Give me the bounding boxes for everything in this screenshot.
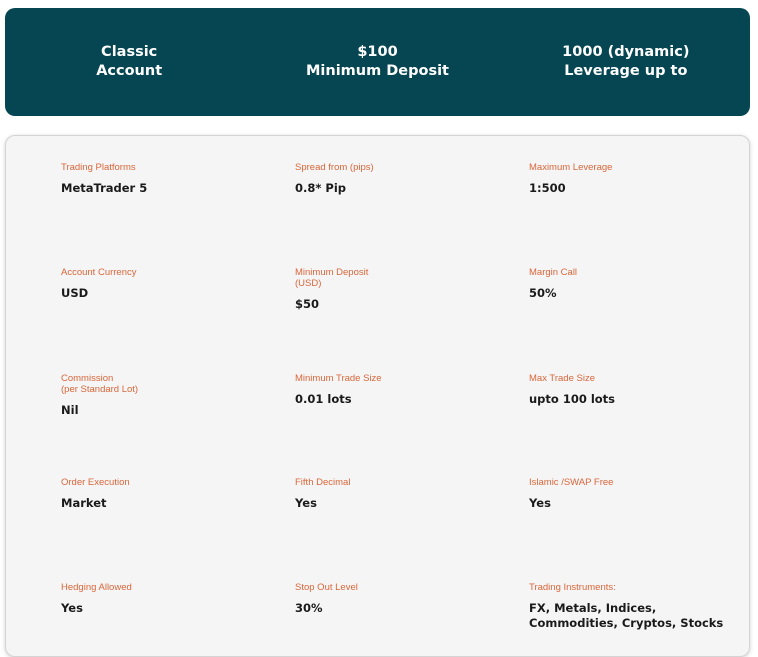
spec-commission: Commission (per Standard Lot) Nil <box>61 373 261 418</box>
spec-value: MetaTrader 5 <box>61 181 148 195</box>
spec-label: Hedging Allowed <box>61 582 132 593</box>
spec-order-execution: Order Execution Market <box>61 477 261 511</box>
spec-margin-call: Margin Call 50% <box>529 267 729 301</box>
spec-value: upto 100 lots <box>529 392 616 406</box>
account-type-line1: Classic <box>101 44 158 60</box>
leverage-heading: 1000 (dynamic) Leverage up to <box>502 43 750 81</box>
leverage-amount: 1000 (dynamic) <box>562 44 690 60</box>
spec-label: Fifth Decimal <box>295 477 351 488</box>
spec-account-currency: Account Currency USD <box>61 267 261 301</box>
spec-value: 0.8* Pip <box>295 181 346 195</box>
spec-trading-platforms: Trading Platforms MetaTrader 5 <box>61 162 261 196</box>
minimum-deposit-heading: $100 Minimum Deposit <box>253 43 501 81</box>
spec-label: Minimum Trade Size <box>295 373 382 384</box>
spec-value: Yes <box>295 496 317 510</box>
spec-label: Islamic /SWAP Free <box>529 477 614 488</box>
spec-label: Commission (per Standard Lot) <box>61 373 139 395</box>
minimum-deposit-amount: $100 <box>357 44 398 60</box>
spec-value: Yes <box>61 601 83 615</box>
spec-value: USD <box>61 286 89 300</box>
spec-value: 1:500 <box>529 181 566 195</box>
spec-label: Maximum Leverage <box>529 162 613 173</box>
spec-maximum-leverage: Maximum Leverage 1:500 <box>529 162 729 196</box>
spec-value: 30% <box>295 601 323 615</box>
account-header-banner: Classic Account $100 Minimum Deposit 100… <box>5 8 750 116</box>
account-type-line2: Account <box>96 63 163 79</box>
leverage-label: Leverage up to <box>564 63 688 79</box>
spec-label: Trading Instruments: <box>529 582 616 593</box>
account-specs-card: Trading Platforms MetaTrader 5 Spread fr… <box>5 135 750 657</box>
spec-value: Nil <box>61 403 79 417</box>
spec-trading-instruments: Trading Instruments: FX, Metals, Indices… <box>529 582 744 631</box>
spec-label: Stop Out Level <box>295 582 358 593</box>
spec-minimum-trade-size: Minimum Trade Size 0.01 lots <box>295 373 495 407</box>
spec-islamic-swap-free: Islamic /SWAP Free Yes <box>529 477 729 511</box>
spec-value: 50% <box>529 286 557 300</box>
spec-value: 0.01 lots <box>295 392 352 406</box>
spec-value: Market <box>61 496 107 510</box>
spec-value: Yes <box>529 496 551 510</box>
spec-max-trade-size: Max Trade Size upto 100 lots <box>529 373 729 407</box>
spec-label: Max Trade Size <box>529 373 595 384</box>
spec-value: $50 <box>295 297 320 311</box>
spec-label: Minimum Deposit (USD) <box>295 267 369 289</box>
spec-spread: Spread from (pips) 0.8* Pip <box>295 162 495 196</box>
spec-minimum-deposit: Minimum Deposit (USD) $50 <box>295 267 495 312</box>
spec-label: Order Execution <box>61 477 130 488</box>
spec-label: Account Currency <box>61 267 137 278</box>
minimum-deposit-label: Minimum Deposit <box>305 63 449 79</box>
spec-fifth-decimal: Fifth Decimal Yes <box>295 477 495 511</box>
spec-label: Trading Platforms <box>61 162 136 173</box>
spec-label: Spread from (pips) <box>295 162 374 173</box>
spec-hedging-allowed: Hedging Allowed Yes <box>61 582 261 616</box>
spec-value: FX, Metals, Indices, Commodities, Crypto… <box>529 601 724 630</box>
spec-label: Margin Call <box>529 267 578 278</box>
spec-stop-out-level: Stop Out Level 30% <box>295 582 495 616</box>
account-type-heading: Classic Account <box>5 43 253 81</box>
